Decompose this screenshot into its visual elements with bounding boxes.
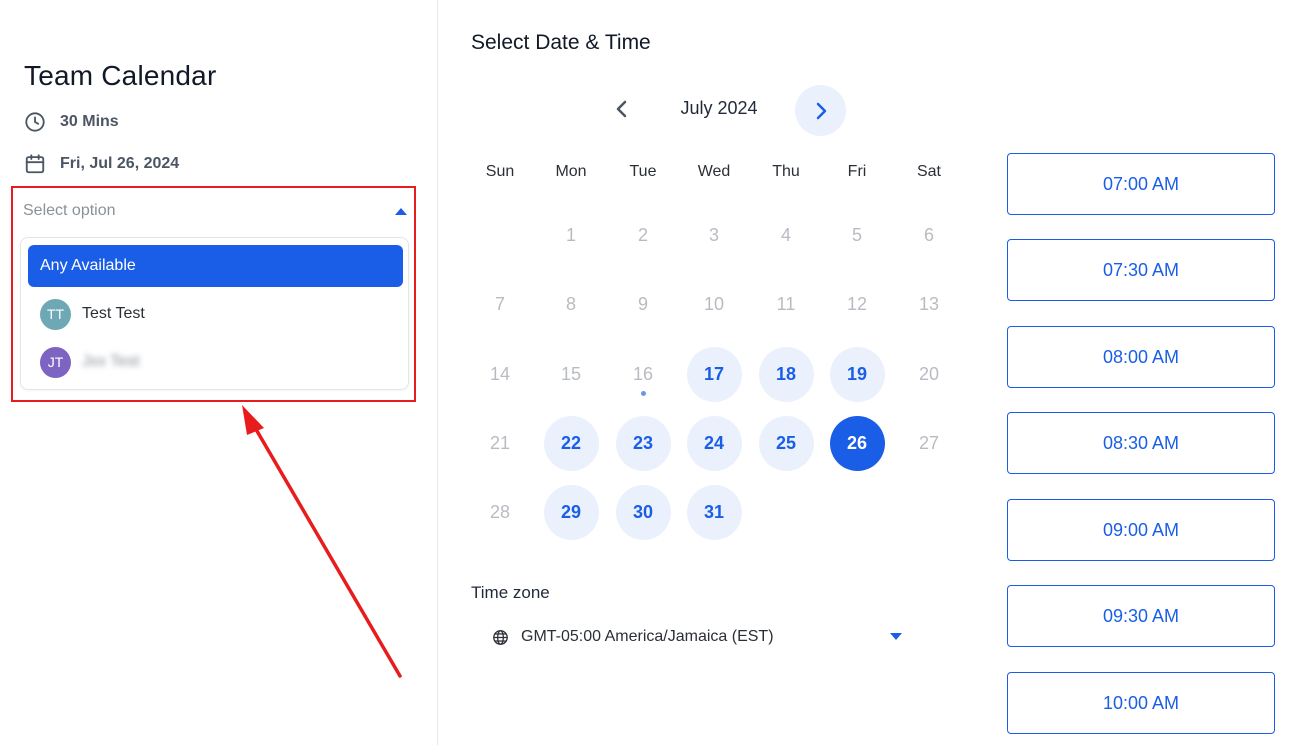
weekday-label: Thu (772, 163, 800, 180)
calendar-day[interactable]: 29 (543, 484, 599, 540)
date-row: Fri, Jul 26, 2024 (24, 153, 179, 175)
time-slot-button[interactable]: 08:30 AM (1007, 412, 1275, 474)
calendar-day-selected[interactable]: 26 (829, 415, 885, 471)
time-slot-button[interactable]: 09:00 AM (1007, 499, 1275, 561)
time-slot-button[interactable]: 10:00 AM (1007, 672, 1275, 734)
calendar-day[interactable]: 24 (686, 415, 742, 471)
calendar-day: 20 (918, 363, 940, 384)
calendar-day: 13 (918, 293, 940, 314)
calendar-day: 7 (494, 293, 505, 314)
calendar-day: 9 (637, 293, 648, 314)
calendar-day: 15 (560, 363, 582, 384)
time-slot-button[interactable]: 07:30 AM (1007, 239, 1275, 301)
calendar-day: 6 (923, 224, 934, 245)
calendar-day: 1 (565, 224, 576, 245)
calendar-day: 27 (918, 432, 940, 453)
calendar-day: 2 (637, 224, 648, 245)
annotation-highlight-box (11, 186, 416, 402)
month-label: July 2024 (680, 98, 758, 118)
chevron-left-icon (616, 100, 627, 118)
weekday-label: Mon (555, 163, 587, 180)
weekday-label: Tue (629, 163, 657, 180)
calendar-icon (25, 154, 45, 174)
duration-row: 30 Mins (24, 111, 119, 133)
chevron-right-icon (816, 102, 826, 119)
weekday-label: Fri (847, 163, 867, 180)
calendar-day: 4 (780, 224, 791, 245)
time-slot-button[interactable]: 08:00 AM (1007, 326, 1275, 388)
globe-icon (493, 629, 508, 645)
weekday-label: Sat (916, 163, 941, 180)
calendar-day[interactable]: 19 (829, 346, 885, 402)
next-month-button[interactable] (795, 85, 846, 136)
section-title: Select Date & Time (471, 31, 651, 54)
calendar-day: 5 (851, 224, 862, 245)
previous-month-button[interactable] (605, 92, 639, 126)
duration-text: 30 Mins (60, 113, 119, 130)
timezone-label: Time zone (471, 583, 550, 602)
calendar-day[interactable]: 30 (615, 484, 671, 540)
calendar-day[interactable]: 17 (686, 346, 742, 402)
clock-icon (25, 112, 45, 132)
annotation-arrow (242, 405, 402, 678)
calendar-day: 14 (489, 363, 511, 384)
selected-date-text: Fri, Jul 26, 2024 (60, 155, 180, 172)
timezone-select[interactable]: GMT-05:00 America/Jamaica (EST) (492, 624, 902, 650)
calendar-day[interactable]: 31 (686, 484, 742, 540)
calendar-day[interactable]: 22 (543, 415, 599, 471)
calendar-day: 11 (776, 293, 796, 314)
weekday-label: Sun (485, 163, 515, 180)
time-slot-button[interactable]: 07:00 AM (1007, 153, 1275, 215)
caret-down-icon (890, 633, 902, 640)
calendar-day: 10 (703, 293, 725, 314)
calendar-day[interactable]: 23 (615, 415, 671, 471)
time-slot-button[interactable]: 09:30 AM (1007, 585, 1275, 647)
weekday-label: Wed (697, 163, 731, 180)
calendar-day: 28 (489, 501, 511, 522)
calendar-day[interactable]: 25 (758, 415, 814, 471)
calendar-day: 3 (708, 224, 719, 245)
calendar-day: 21 (489, 432, 511, 453)
timezone-value: GMT-05:00 America/Jamaica (EST) (521, 628, 774, 645)
today-indicator-dot (640, 391, 646, 396)
calendar-day: 12 (846, 293, 868, 314)
calendar-day: 8 (565, 293, 576, 314)
event-title: Team Calendar (24, 60, 217, 91)
calendar-day[interactable]: 18 (758, 346, 814, 402)
